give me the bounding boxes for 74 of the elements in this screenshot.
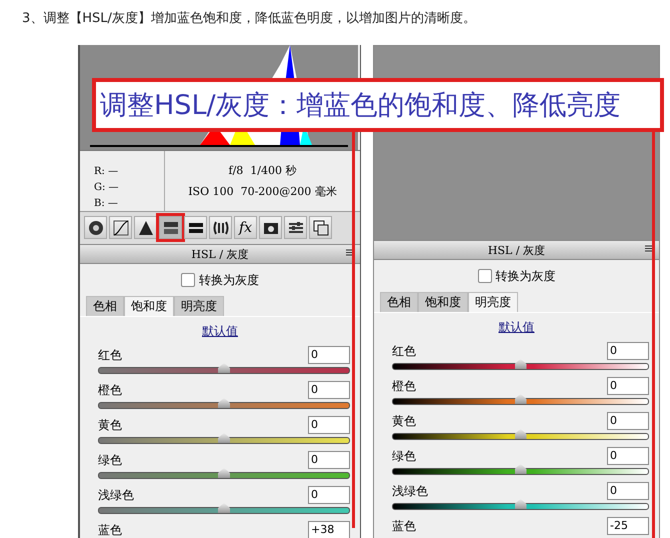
value-field[interactable]: 0 (607, 412, 649, 430)
value-field[interactable]: 0 (308, 451, 350, 469)
checkbox-label: 转换为灰度 (496, 268, 556, 284)
grayscale-checkbox[interactable] (181, 273, 195, 287)
slider-thumb[interactable] (218, 468, 230, 478)
slider-thumb[interactable] (514, 359, 526, 369)
slider-thumb[interactable] (514, 394, 526, 404)
tab[interactable]: 明亮度 (468, 292, 518, 312)
panel-title: HSL / 灰度 (374, 240, 659, 260)
tab[interactable]: 明亮度 (174, 296, 224, 316)
tool-button[interactable] (159, 216, 182, 239)
tab[interactable]: 饱和度 (418, 292, 468, 312)
lens-icon (212, 220, 228, 236)
rgb-readout: B: — (94, 198, 118, 210)
menu-icon[interactable] (645, 245, 655, 252)
tab[interactable]: 色相 (86, 296, 124, 316)
exif-text: f/8 1/400 秒 (228, 163, 296, 178)
value-field[interactable]: 0 (308, 416, 350, 434)
slider-label: 黄色 (392, 412, 416, 430)
value-field[interactable]: 0 (607, 447, 649, 465)
exif-text: ISO 100 70-200@200 毫米 (188, 184, 337, 199)
panel-title: HSL / 灰度 (80, 244, 360, 264)
value-field[interactable]: 0 (308, 486, 350, 504)
slider-label: 浅绿色 (392, 482, 428, 500)
slider-label: 红色 (98, 346, 122, 364)
tool-button[interactable] (109, 216, 132, 239)
default-link[interactable]: 默认值 (374, 319, 659, 336)
tool-button[interactable] (84, 216, 107, 239)
slider-label: 绿色 (98, 452, 122, 468)
presets-icon (312, 220, 328, 236)
value-field[interactable]: 0 (607, 342, 649, 360)
value-field[interactable]: -25 (607, 517, 649, 535)
value-field[interactable]: 0 (308, 346, 350, 364)
fx-icon: fx (238, 220, 252, 236)
instruction-text: 3、调整【HSL/灰度】增加蓝色饱和度，降低蓝色明度，以增加图片的清晰度。 (22, 10, 476, 27)
slider-label: 橙色 (98, 382, 122, 398)
rgb-readout: R: — (94, 166, 118, 178)
value-field[interactable]: 0 (308, 381, 350, 399)
tool-button[interactable] (134, 216, 157, 239)
slider-thumb[interactable] (514, 464, 526, 474)
curve-icon (112, 220, 128, 236)
slider-label: 蓝色 (392, 518, 416, 534)
value-field[interactable]: 0 (607, 482, 649, 500)
slider-label: 蓝色 (98, 522, 122, 538)
sliders-icon (288, 220, 304, 236)
value-field[interactable]: 0 (607, 377, 649, 395)
value-field[interactable]: +38 (308, 521, 350, 538)
checkbox-label: 转换为灰度 (199, 272, 259, 288)
tab[interactable]: 饱和度 (124, 296, 174, 316)
triangle-icon (138, 220, 154, 236)
aperture-icon (88, 220, 104, 236)
grayscale-checkbox[interactable] (478, 269, 492, 283)
slider-thumb[interactable] (218, 363, 230, 373)
hsl-icon (162, 220, 178, 236)
slider-label: 绿色 (392, 448, 416, 464)
default-link[interactable]: 默认值 (80, 323, 360, 340)
slider-thumb[interactable] (218, 503, 230, 513)
slider-thumb[interactable] (218, 398, 230, 408)
tool-button[interactable] (259, 216, 282, 239)
caption-banner: 调整HSL/灰度：增蓝色的饱和度、降低亮度 (92, 78, 664, 132)
tool-button[interactable] (284, 216, 307, 239)
tab[interactable]: 色相 (380, 292, 418, 312)
slider-label: 黄色 (98, 416, 122, 434)
tool-button[interactable] (184, 216, 207, 239)
slider-thumb[interactable] (218, 433, 230, 443)
slider-label: 红色 (392, 342, 416, 360)
tool-button[interactable]: fx (234, 216, 257, 239)
tool-button[interactable] (309, 216, 332, 239)
rgb-readout: G: — (94, 182, 119, 194)
tool-button[interactable] (209, 216, 232, 239)
slider-thumb[interactable] (514, 499, 526, 509)
slider-label: 橙色 (392, 378, 416, 394)
slider-thumb[interactable] (514, 429, 526, 439)
slider-label: 浅绿色 (98, 486, 134, 504)
